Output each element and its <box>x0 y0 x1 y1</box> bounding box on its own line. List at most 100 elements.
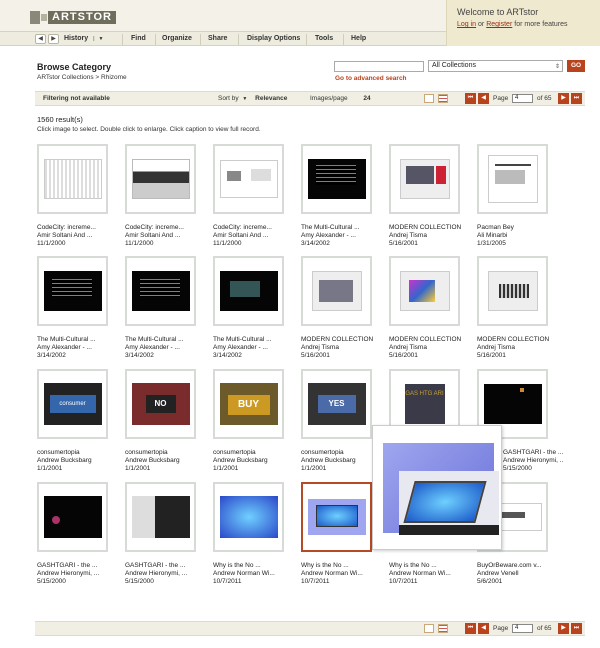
thumbnail-tile[interactable] <box>213 144 284 214</box>
menu-display-options[interactable]: Display Options <box>247 35 300 42</box>
caption-item-22[interactable]: Why is the No ... Andrew Norman Wi... 10/7… <box>301 562 386 586</box>
caption-item-6[interactable]: Pacman Bey Ali Minarbi 1/31/2005 <box>477 224 562 248</box>
login-link[interactable]: Log in <box>457 21 476 28</box>
caption-item-2[interactable]: CodeCity: increme... Amir Soltani And ...… <box>125 224 210 248</box>
caption-item-18[interactable]: GASHTGARI - the ... Andrew Hieronymi, ...… <box>503 449 563 473</box>
preview-inner-frame <box>399 471 499 535</box>
caption-item-21[interactable]: Why is the No ... Andrew Norman Wi... 10/7… <box>213 562 298 586</box>
back-button[interactable]: ◀ <box>35 34 46 44</box>
page-number-input[interactable]: 4 <box>512 624 533 633</box>
sort-by-label: Sort by <box>218 95 239 102</box>
page-label: Page <box>493 95 509 102</box>
menu-share[interactable]: Share <box>208 35 227 42</box>
caption-item-10[interactable]: MODERN COLLECTION Andrej Tisma 5/16/2001 <box>301 336 386 360</box>
breadcrumb[interactable]: ARTstor Collections > Rhizome <box>37 74 127 81</box>
artwork-thumbnail <box>131 271 190 311</box>
thumbnail-tile[interactable] <box>301 256 372 326</box>
thumbnail-tile[interactable] <box>37 144 108 214</box>
advanced-search-link[interactable]: Go to advanced search <box>335 75 407 82</box>
thumbnail-tile[interactable] <box>37 482 108 552</box>
artwork-thumbnail <box>219 271 278 311</box>
preview-pool-shape <box>403 481 487 523</box>
caption-artist: Andrej Tisma <box>389 232 427 239</box>
first-page-button[interactable]: ⏮ <box>465 623 476 634</box>
last-page-button[interactable]: ⏭ <box>571 623 582 634</box>
thumbnail-tile[interactable] <box>389 256 460 326</box>
caption-item-14[interactable]: consumertopia Andrew Bucksbarg 1/1/2001 <box>125 449 210 473</box>
thumbnail-tile[interactable] <box>389 144 460 214</box>
history-menu[interactable]: History | ▼ <box>64 35 103 42</box>
next-page-button[interactable]: ▶ <box>558 623 569 634</box>
caption-date: 5/15/2000 <box>125 578 154 585</box>
prev-page-button[interactable]: ◀ <box>478 93 489 104</box>
thumbnail-tile[interactable]: BUY <box>213 369 284 439</box>
image-preview-popup[interactable] <box>372 425 502 550</box>
thumbnail-tile[interactable] <box>213 256 284 326</box>
caption-item-20[interactable]: GASHTGARI - the ... Andrew Hieronymi, ...… <box>125 562 210 586</box>
thumbnail-tile-selected[interactable] <box>301 482 372 552</box>
artstor-logo[interactable]: ARTSTOR <box>30 11 116 24</box>
page-number-input[interactable]: 4 <box>512 94 533 103</box>
caption-date: 5/16/2001 <box>477 352 506 359</box>
images-per-page-control[interactable]: Images/page 24 <box>310 95 371 102</box>
caption-item-5[interactable]: MODERN COLLECTION Andrej Tisma 5/16/2001 <box>389 224 474 248</box>
features-text: for more features <box>514 21 568 28</box>
artwork-thumbnail <box>487 155 538 203</box>
go-button[interactable]: GO <box>567 60 585 72</box>
caption-item-11[interactable]: MODERN COLLECTION Andrej Tisma 5/16/2001 <box>389 336 474 360</box>
thumbnail-tile[interactable]: YES <box>301 369 372 439</box>
thumbnail-text: NO <box>145 395 176 413</box>
caption-date: 3/14/2002 <box>125 352 154 359</box>
sort-by-control[interactable]: Sort by ▼ Relevance <box>218 95 287 102</box>
thumbnail-tile[interactable] <box>477 256 548 326</box>
thumbnail-tile[interactable] <box>125 256 196 326</box>
caption-item-7[interactable]: The Multi-Cultural ... Amy Alexander - ..… <box>37 336 122 360</box>
menu-find[interactable]: Find <box>131 35 146 42</box>
caption-item-9[interactable]: The Multi-Cultural ... Amy Alexander - ..… <box>213 336 298 360</box>
thumbnail-tile[interactable] <box>125 482 196 552</box>
caption-item-19[interactable]: GASHTGARI - the ... Andrew Hieronymi, ...… <box>37 562 122 586</box>
app-header: ARTSTOR ◀ ▶ History | ▼ Find Organize Sh… <box>0 0 600 46</box>
caption-item-4[interactable]: The Multi-Cultural ... Amy Alexander - ..… <box>301 224 386 248</box>
next-page-button[interactable]: ▶ <box>558 93 569 104</box>
logo-text: ARTSTOR <box>48 11 116 24</box>
artwork-thumbnail <box>131 496 190 538</box>
thumbnail-view-icon[interactable] <box>424 624 434 633</box>
caption-item-15[interactable]: consumertopia Andrew Bucksbarg 1/1/2001 <box>213 449 298 473</box>
register-link[interactable]: Register <box>486 21 512 28</box>
artwork-thumbnail <box>399 271 450 311</box>
thumbnail-tile[interactable] <box>213 482 284 552</box>
search-input[interactable] <box>334 61 424 72</box>
collections-select[interactable]: All Collections ⇕ <box>428 60 563 72</box>
caption-item-13[interactable]: consumertopia Andrew Bucksbarg 1/1/2001 <box>37 449 122 473</box>
last-page-button[interactable]: ⏭ <box>571 93 582 104</box>
caption-item-1[interactable]: CodeCity: increme... Amir Soltani And ...… <box>37 224 122 248</box>
caption-title: The Multi-Cultural ... <box>37 336 96 343</box>
thumbnail-tile[interactable] <box>301 144 372 214</box>
caption-item-8[interactable]: The Multi-Cultural ... Amy Alexander - ..… <box>125 336 210 360</box>
artwork-thumbnail: BUY <box>219 383 278 425</box>
menu-organize[interactable]: Organize <box>162 35 192 42</box>
thumbnail-tile[interactable] <box>37 256 108 326</box>
thumbnail-tile[interactable]: consumer <box>37 369 108 439</box>
caption-item-24[interactable]: BuyOrBeware.com v... Andrew Venell 5/6/200… <box>477 562 562 586</box>
caption-item-12[interactable]: MODERN COLLECTION Andrej Tisma 5/16/2001 <box>477 336 562 360</box>
caption-item-3[interactable]: CodeCity: increme... Amir Soltani And ...… <box>213 224 298 248</box>
prev-page-button[interactable]: ◀ <box>478 623 489 634</box>
caption-item-23[interactable]: Why is the No ... Andrew Norman Wi... 10/7… <box>389 562 474 586</box>
thumbnail-view-icon[interactable] <box>424 94 434 103</box>
menu-help[interactable]: Help <box>351 35 366 42</box>
forward-button[interactable]: ▶ <box>48 34 59 44</box>
artwork-thumbnail <box>219 496 278 538</box>
thumbnail-tile[interactable] <box>125 144 196 214</box>
thumbnail-tile[interactable]: NO <box>125 369 196 439</box>
menu-tools[interactable]: Tools <box>315 35 333 42</box>
caption-date: 10/7/2011 <box>389 578 418 585</box>
thumbnail-tile[interactable] <box>477 144 548 214</box>
caption-artist: Amy Alexander - ... <box>37 344 92 351</box>
first-page-button[interactable]: ⏮ <box>465 93 476 104</box>
list-view-icon[interactable] <box>438 624 448 633</box>
caption-date: 1/31/2005 <box>477 240 506 247</box>
list-view-icon[interactable] <box>438 94 448 103</box>
result-count: 1560 result(s) <box>37 115 83 124</box>
